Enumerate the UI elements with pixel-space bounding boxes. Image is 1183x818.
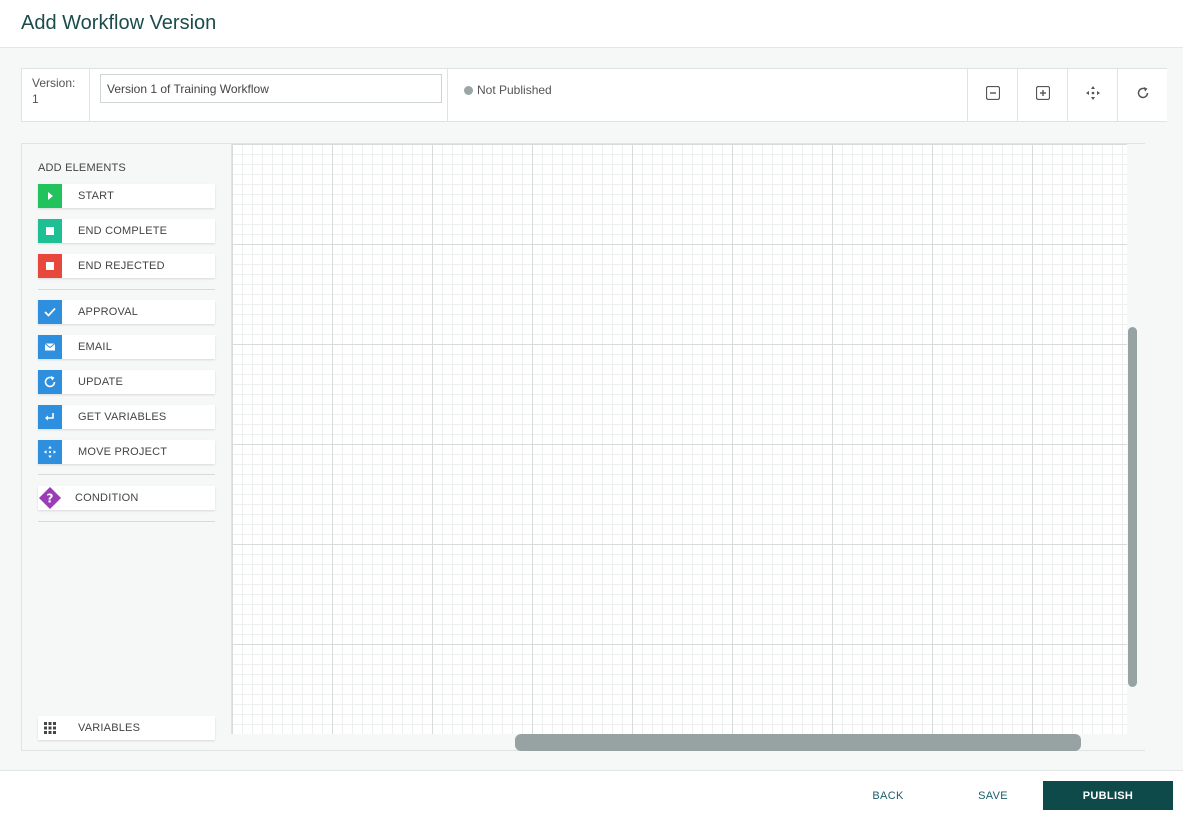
square-icon [38, 219, 62, 243]
fit-to-screen-button[interactable] [1067, 69, 1117, 121]
save-button[interactable]: SAVE [967, 781, 1019, 810]
element-label: MOVE PROJECT [78, 446, 168, 458]
add-elements-title: ADD ELEMENTS [38, 162, 126, 174]
element-approval[interactable]: APPROVAL [38, 300, 215, 324]
refresh-icon [38, 370, 62, 394]
back-button[interactable]: BACK [862, 781, 914, 810]
element-label: END REJECTED [78, 260, 165, 272]
zoom-in-button[interactable] [1017, 69, 1067, 121]
check-icon [38, 300, 62, 324]
workflow-toolbar: Version: 1 Not Published [21, 68, 1167, 122]
element-end-rejected[interactable]: END REJECTED [38, 254, 215, 278]
element-email[interactable]: EMAIL [38, 335, 215, 359]
publish-button[interactable]: PUBLISH [1043, 781, 1173, 810]
element-end-complete[interactable]: END COMPLETE [38, 219, 215, 243]
element-label: CONDITION [75, 492, 139, 504]
horizontal-scrollbar[interactable] [515, 734, 1081, 751]
play-icon [38, 184, 62, 208]
variables-label: VARIABLES [78, 722, 141, 734]
element-label: UPDATE [78, 376, 124, 388]
zoom-out-icon [985, 85, 1000, 105]
page-title: Add Workflow Version [21, 12, 217, 34]
svg-text:?: ? [47, 492, 54, 506]
grid-icon [38, 716, 62, 740]
question-diamond-icon: ? [38, 486, 62, 510]
zoom-out-button[interactable] [967, 69, 1017, 121]
version-name-input[interactable] [100, 74, 442, 103]
workflow-workspace: ADD ELEMENTS START END COMPLETE END REJE… [21, 143, 1145, 751]
workflow-canvas[interactable] [231, 144, 1128, 734]
variables-button[interactable]: VARIABLES [38, 716, 215, 740]
page-header: Add Workflow Version [0, 0, 1183, 48]
version-number: 1 [32, 92, 39, 106]
divider [38, 474, 215, 475]
element-label: EMAIL [78, 341, 113, 353]
footer-actions: BACK SAVE PUBLISH [0, 770, 1183, 818]
vertical-scrollbar[interactable] [1128, 327, 1137, 687]
return-arrow-icon [38, 405, 62, 429]
version-name-cell [90, 69, 448, 121]
divider [38, 521, 215, 522]
element-label: APPROVAL [78, 306, 139, 318]
reset-icon [1136, 86, 1150, 105]
element-start[interactable]: START [38, 184, 215, 208]
square-icon [38, 254, 62, 278]
status-dot-icon [464, 85, 473, 95]
reset-view-button[interactable] [1117, 69, 1167, 121]
envelope-icon [38, 335, 62, 359]
version-label: Version: [32, 76, 76, 90]
version-box: Version: 1 [22, 69, 90, 121]
element-update[interactable]: UPDATE [38, 370, 215, 394]
element-label: GET VARIABLES [78, 411, 167, 423]
zoom-in-icon [1035, 85, 1050, 105]
status-text: Not Published [477, 83, 552, 97]
publish-status: Not Published [464, 83, 552, 97]
element-get-variables[interactable]: GET VARIABLES [38, 405, 215, 429]
move-arrows-icon [38, 440, 62, 464]
element-condition[interactable]: ? CONDITION [38, 486, 215, 510]
element-move-project[interactable]: MOVE PROJECT [38, 440, 215, 464]
element-label: END COMPLETE [78, 225, 168, 237]
element-label: START [78, 190, 115, 202]
fit-move-icon [1085, 85, 1101, 106]
divider [38, 289, 215, 290]
